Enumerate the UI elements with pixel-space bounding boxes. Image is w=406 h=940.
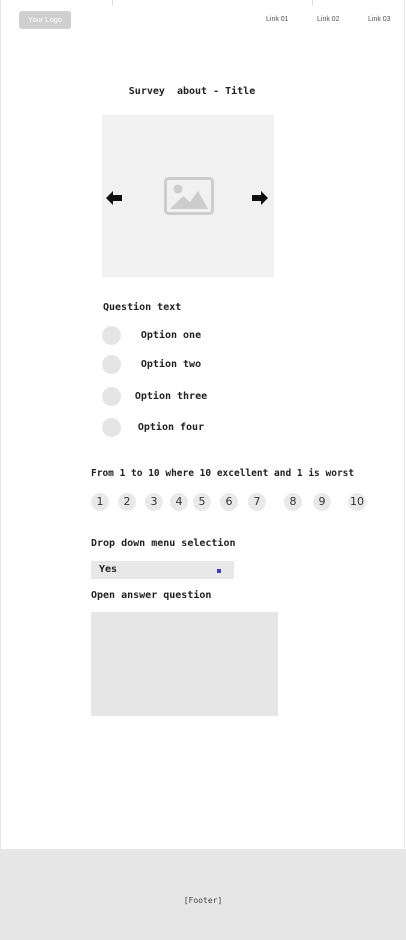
rating-button-8[interactable]: 8	[284, 493, 302, 511]
radio-option-four[interactable]	[102, 418, 121, 437]
rating-button-5[interactable]: 5	[193, 493, 211, 511]
rating-question: From 1 to 10 where 10 excellent and 1 is…	[91, 468, 355, 479]
open-answer-label: Open answer question	[91, 590, 212, 601]
rating-button-9[interactable]: 9	[313, 493, 331, 511]
image-carousel	[102, 115, 274, 277]
logo[interactable]: Your Logo	[19, 11, 71, 29]
nav-link-02[interactable]: Link 02	[317, 16, 340, 23]
radio-option-three[interactable]	[102, 387, 121, 406]
dropdown-label: Drop down menu selection	[91, 538, 236, 549]
rating-button-1[interactable]: 1	[91, 493, 109, 511]
arrow-left-icon[interactable]	[106, 191, 122, 205]
nav-link-01[interactable]: Link 01	[266, 16, 289, 23]
option-label: Option two	[140, 359, 202, 370]
frame-tab-divider-left	[112, 0, 113, 5]
radio-option-one[interactable]	[102, 326, 121, 345]
dropdown-select[interactable]: Yes	[91, 561, 234, 579]
nav-link-03[interactable]: Link 03	[368, 16, 391, 23]
site-footer: [Footer]	[0, 849, 406, 940]
rating-button-10[interactable]: 10	[348, 493, 366, 511]
page-title: Survey about - Title	[128, 86, 256, 97]
rating-button-4[interactable]: 4	[170, 493, 188, 511]
image-placeholder-icon	[164, 177, 214, 215]
frame-border-right	[404, 0, 405, 850]
question-text: Question text	[103, 302, 182, 313]
footer-text: [Footer]	[183, 896, 223, 905]
radio-option-two[interactable]	[102, 355, 121, 374]
frame-tab-divider-right	[312, 0, 313, 5]
option-label: Option three	[134, 391, 208, 402]
option-label: Option one	[140, 330, 202, 341]
open-answer-textarea[interactable]	[91, 612, 278, 716]
rating-button-3[interactable]: 3	[145, 493, 163, 511]
rating-button-7[interactable]: 7	[248, 493, 266, 511]
rating-button-2[interactable]: 2	[118, 493, 136, 511]
rating-button-6[interactable]: 6	[220, 493, 238, 511]
option-label: Option four	[137, 422, 205, 433]
dropdown-caret-icon	[217, 569, 221, 573]
frame-border-left	[0, 0, 1, 850]
arrow-right-icon[interactable]	[252, 191, 268, 205]
dropdown-value: Yes	[99, 564, 118, 575]
